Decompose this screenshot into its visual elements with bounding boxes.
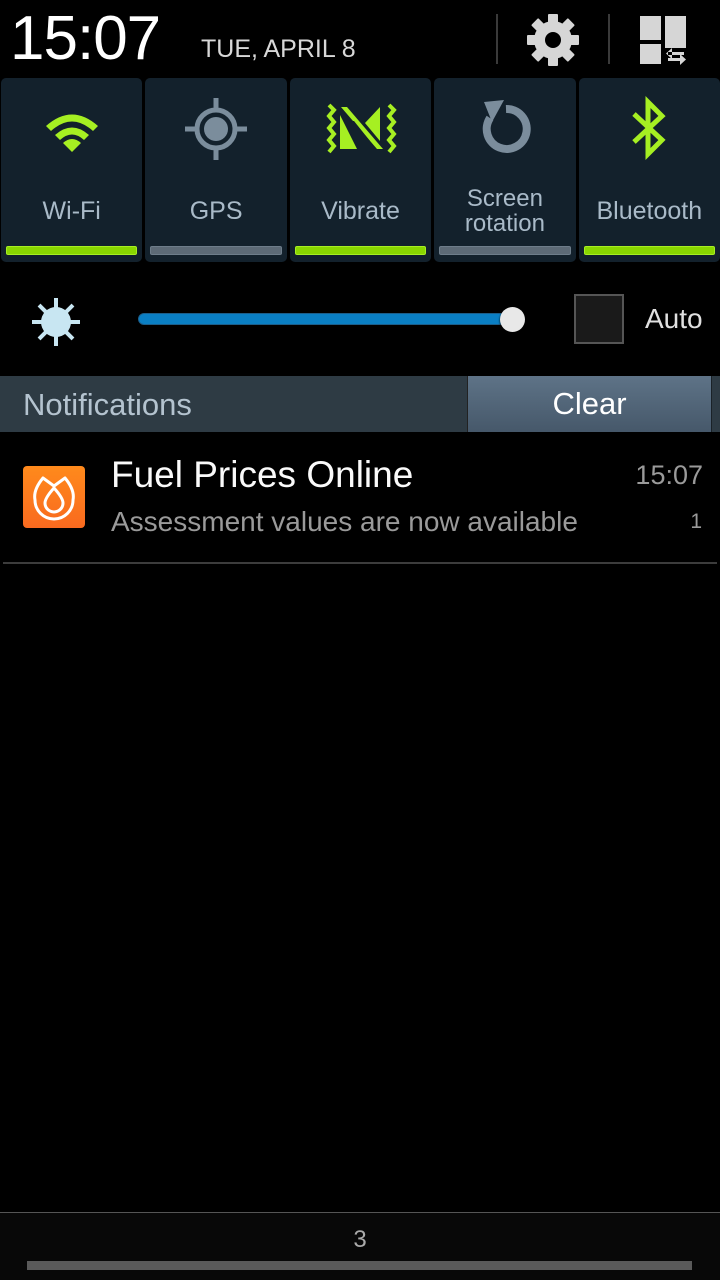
header-divider [608,14,610,64]
tile-label: Bluetooth [596,197,703,225]
tile-label-line: rotation [464,210,545,237]
tile-screen-rotation[interactable]: Screen rotation [434,78,576,262]
quick-settings-grid-icon [640,16,686,65]
brightness-sun-icon [32,298,80,346]
header-divider [496,14,498,64]
tile-status-bar [6,246,138,255]
notifications-header: Notifications Clear [0,376,720,432]
tile-label-line: Screen [466,185,543,212]
tile-wifi[interactable]: Wi-Fi [1,78,143,262]
tile-label: Wi-Fi [42,197,101,225]
quick-settings-button[interactable] [634,10,694,70]
notification-divider [3,562,717,564]
wifi-icon [45,114,98,152]
tile-status-bar [583,246,716,255]
brightness-slider-track[interactable] [138,313,512,325]
brightness-slider-thumb[interactable] [500,307,525,332]
auto-brightness-label: Auto [645,303,703,334]
date: TUE, APRIL 8 [201,35,356,63]
rotate-icon [482,100,531,153]
fuel-drop-icon [33,476,75,521]
settings-button[interactable] [523,10,583,70]
notification-count-indicator: 3 [353,1226,367,1253]
tile-label: GPS [189,197,243,225]
app-icon [23,466,85,528]
tile-status-bar [439,246,571,255]
tile-label: Vibrate [321,197,400,225]
tile-vibrate[interactable]: Vibrate [289,78,432,262]
tile-status-bar [294,246,427,255]
auto-brightness-checkbox[interactable] [574,294,624,344]
notifications-title: Notifications [23,387,192,422]
notification-item[interactable]: Fuel Prices Online Assessment values are… [0,432,720,563]
header-edge [711,376,720,432]
bluetooth-icon [632,95,666,161]
notification-time: 15:07 [635,460,703,490]
tile-bluetooth[interactable]: Bluetooth [578,78,720,262]
notification-count: 1 [690,510,702,533]
brightness-control: Auto [0,270,720,370]
quick-settings-tiles: Wi-Fi GPS Vibrate Screen rotation Blueto… [0,78,720,262]
clear-button[interactable]: Clear [467,376,711,432]
gps-icon [185,98,248,160]
tile-status-bar [150,246,282,255]
notification-title: Fuel Prices Online [111,454,414,495]
vibrate-icon [325,103,397,154]
notification-text: Assessment values are now available [111,506,578,537]
gear-icon [527,14,579,66]
tile-gps[interactable]: GPS [145,78,287,262]
notification-panel-header: 15:07 TUE, APRIL 8 [0,0,720,78]
panel-drag-handle[interactable] [27,1261,692,1270]
tile-label: Screen rotation [434,186,575,236]
panel-footer: 3 [0,1212,720,1280]
clock: 15:07 [10,4,161,73]
